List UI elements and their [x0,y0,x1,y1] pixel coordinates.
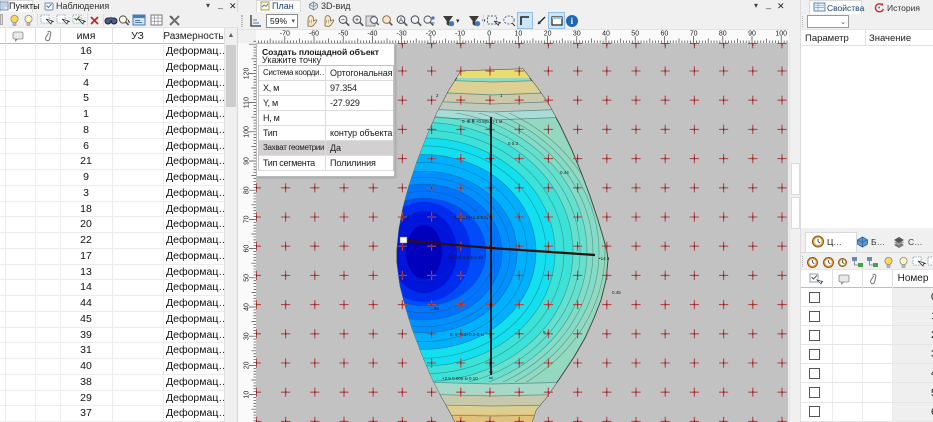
svg-text:+2.5 0.005 м 0.10: +2.5 0.005 м 0.10 [442,376,478,381]
svg-text:50: 50 [631,31,639,38]
svg-text:100: 100 [244,126,251,138]
svg-text:60: 60 [661,31,669,38]
svg-text:0.45: 0.45 [612,290,621,295]
svg-text:50: 50 [244,274,251,282]
svg-text:80: 80 [719,31,727,38]
svg-text:110: 110 [244,97,251,108]
svg-text:30: 30 [244,332,251,340]
svg-text:-60: -60 [309,31,319,38]
svg-text:30: 30 [573,31,581,38]
svg-text:-30: -30 [397,31,407,38]
svg-text:A: A [399,18,403,24]
svg-text:-10: -10 [455,31,465,38]
svg-text:90: 90 [244,157,251,165]
svg-text:120: 120 [244,67,251,79]
svg-text:70: 70 [244,215,251,223]
svg-text:•14.3: •14.3 [599,256,610,261]
svg-text:10: 10 [244,391,251,399]
svg-text:90: 90 [748,31,756,38]
svg-text:-20: -20 [426,31,436,38]
svg-text:0 0 ·0.5+0.5·0 м: 0 0 ·0.5+0.5·0 м [450,332,484,337]
svg-text:70: 70 [690,31,698,38]
svg-text:0: 0 [487,31,491,38]
svg-text:-40: -40 [367,31,377,38]
svg-text:·0.5·10.4·0.3·4.10: ·0.5·10.4·0.3·4.10 [447,255,484,260]
svg-text:40: 40 [244,303,251,311]
svg-text:0 8: 0 8 [468,118,475,123]
svg-text:40: 40 [602,31,610,38]
svg-text:20: 20 [244,361,251,369]
svg-text:10: 10 [515,31,523,38]
svg-text:80: 80 [244,186,251,194]
svg-text:100: 100 [775,31,787,38]
svg-text:0 0.3: 0 0.3 [508,141,519,146]
svg-text:-50: -50 [338,31,348,38]
svg-text:-70: -70 [280,31,290,38]
svg-text:0.44: 0.44 [560,170,569,175]
svg-text:60: 60 [244,245,251,253]
svg-text:20: 20 [544,31,552,38]
